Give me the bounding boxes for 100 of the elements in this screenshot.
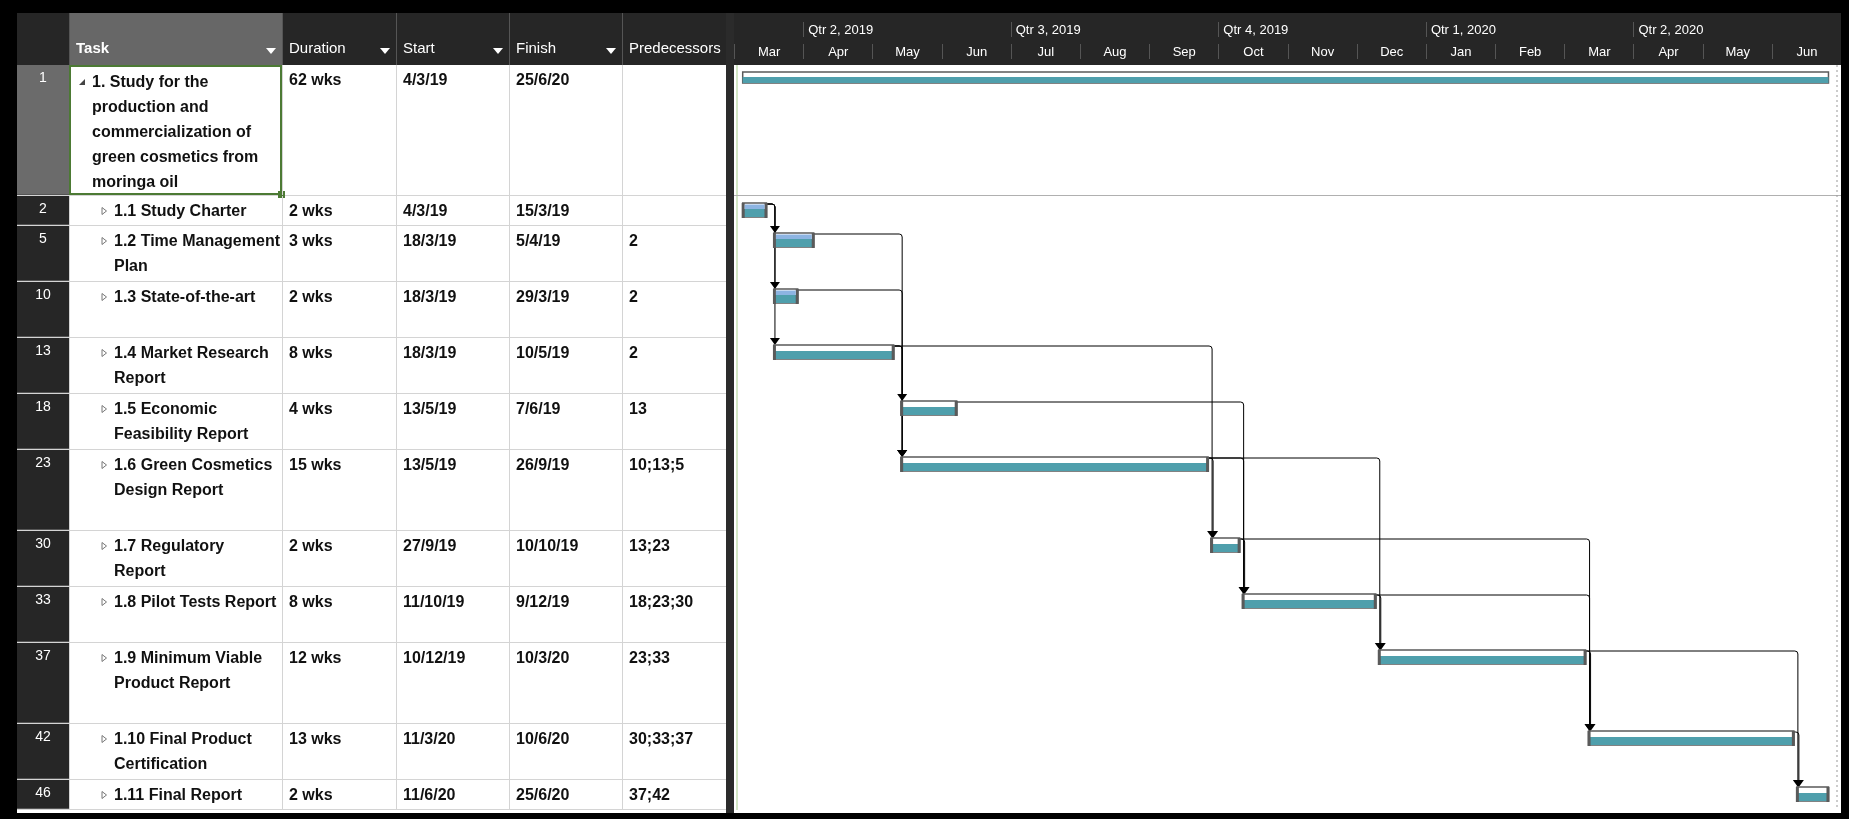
predecessors-cell: 10;13;5 (629, 456, 685, 473)
task-name: 1.7 Regulatory Report (114, 536, 226, 581)
start-date: 27/9/19 (403, 537, 457, 554)
finish-date: 29/3/19 (516, 288, 570, 305)
task-name: 1. Study for the production and commercialization of green cosmetics from moringa oil (92, 72, 260, 192)
fill-handle[interactable] (278, 191, 285, 198)
row-number[interactable]: 2 (17, 196, 69, 225)
month-label: Jul (1037, 43, 1055, 59)
task-bar[interactable] (1587, 730, 1795, 746)
month-label: May (895, 43, 920, 59)
task-name: 1.11 Final Report (114, 785, 243, 805)
predecessors-cell: 2 (629, 344, 638, 361)
column-header[interactable]: Finish (509, 13, 622, 65)
finish-date: 25/6/20 (516, 786, 570, 803)
task-bar[interactable] (1795, 786, 1830, 802)
column-header[interactable]: Start (396, 13, 509, 65)
row-number[interactable]: 33 (17, 587, 69, 642)
month-label: Jun (1796, 43, 1818, 59)
predecessors-cell: 37;42 (629, 786, 670, 803)
row-number[interactable]: 1 (17, 65, 69, 195)
row-number[interactable]: 23 (17, 450, 69, 530)
finish-date: 10/10/19 (516, 537, 579, 554)
summary-bar[interactable] (741, 71, 1830, 84)
task-bar[interactable] (900, 400, 958, 416)
month-label: Sep (1172, 43, 1196, 59)
start-date: 10/12/19 (403, 649, 466, 666)
duration-cell: 13 wks (289, 730, 342, 747)
quarter-label: Qtr 4, 2019 (1223, 22, 1289, 37)
finish-date: 10/3/20 (516, 649, 570, 666)
month-label: May (1725, 43, 1750, 59)
predecessors-cell: 13 (629, 400, 647, 417)
finish-date: 10/6/20 (516, 730, 570, 747)
task-name: 1.10 Final Product Certification (114, 729, 253, 774)
start-date: 4/3/19 (403, 71, 448, 88)
task-name: 1.3 State-of-the-art (114, 287, 256, 307)
task-bar[interactable] (741, 202, 768, 218)
triangle-icon[interactable] (77, 77, 87, 87)
quarter-label: Qtr 2, 2020 (1638, 22, 1704, 37)
month-label: Apr (1658, 43, 1679, 59)
row-number[interactable]: 30 (17, 531, 69, 586)
duration-cell: 2 wks (289, 537, 333, 554)
start-date: 11/10/19 (403, 593, 465, 610)
finish-date: 15/3/19 (516, 202, 570, 219)
month-label: Aug (1103, 43, 1127, 59)
duration-cell: 62 wks (289, 71, 342, 88)
task-bar[interactable] (772, 232, 815, 248)
task-name: 1.6 Green Cosmetics Design Report (114, 455, 274, 500)
duration-cell: 15 wks (289, 456, 342, 473)
duration-cell: 2 wks (289, 786, 333, 803)
duration-cell: 2 wks (289, 202, 333, 219)
row-number[interactable]: 10 (17, 282, 69, 337)
task-name: 1.5 Economic Feasibility Report (114, 399, 250, 444)
finish-date: 10/5/19 (516, 344, 570, 361)
start-date: 18/3/19 (403, 288, 457, 305)
task-bar[interactable] (772, 288, 799, 304)
row-number[interactable]: 5 (17, 226, 69, 281)
row-number[interactable]: 42 (17, 724, 69, 779)
row-number[interactable]: 37 (17, 643, 69, 723)
caret-icon[interactable] (606, 48, 616, 54)
duration-cell: 12 wks (289, 649, 342, 666)
finish-date: 5/4/19 (516, 232, 561, 249)
task-name: 1.9 Minimum Viable Product Report (114, 648, 264, 693)
caret-icon[interactable] (493, 48, 503, 54)
start-date: 4/3/19 (403, 202, 448, 219)
duration-cell: 8 wks (289, 344, 333, 361)
task-name: 1.8 Pilot Tests Report (114, 592, 277, 612)
task-bar[interactable] (1210, 537, 1241, 553)
column-header[interactable]: Task (69, 13, 282, 65)
finish-date: 26/9/19 (516, 456, 570, 473)
task-bar[interactable] (772, 344, 895, 360)
finish-date: 9/12/19 (516, 593, 570, 610)
start-date: 18/3/19 (403, 232, 457, 249)
task-bar[interactable] (900, 456, 1210, 472)
column-header[interactable]: Duration (282, 13, 396, 65)
quarter-label: Qtr 1, 2020 (1430, 22, 1496, 37)
month-label: Feb (1518, 43, 1542, 59)
month-label: Jun (966, 43, 988, 59)
task-bar[interactable] (1377, 649, 1587, 665)
predecessors-cell: 18;23;30 (629, 593, 694, 610)
caret-icon[interactable] (380, 48, 390, 54)
month-label: Nov (1311, 43, 1335, 59)
predecessors-cell: 23;33 (629, 649, 670, 666)
duration-cell: 4 wks (289, 400, 333, 417)
start-date: 18/3/19 (403, 344, 457, 361)
month-label: Oct (1243, 43, 1264, 59)
duration-cell: 2 wks (289, 288, 333, 305)
month-label: Mar (757, 43, 781, 59)
task-bar[interactable] (1241, 593, 1377, 609)
quarter-label: Qtr 3, 2019 (1015, 22, 1081, 37)
duration-cell: 3 wks (289, 232, 333, 249)
row-number[interactable]: 13 (17, 338, 69, 393)
finish-date: 7/6/19 (516, 400, 561, 417)
task-name: 1.1 Study Charter (114, 201, 247, 221)
row-number[interactable]: 18 (17, 394, 69, 449)
start-date: 11/6/20 (403, 786, 456, 803)
start-date: 13/5/19 (403, 456, 457, 473)
month-label: Apr (828, 43, 849, 59)
duration-cell: 8 wks (289, 593, 333, 610)
month-label: Mar (1588, 43, 1611, 59)
row-number[interactable]: 46 (17, 780, 69, 809)
